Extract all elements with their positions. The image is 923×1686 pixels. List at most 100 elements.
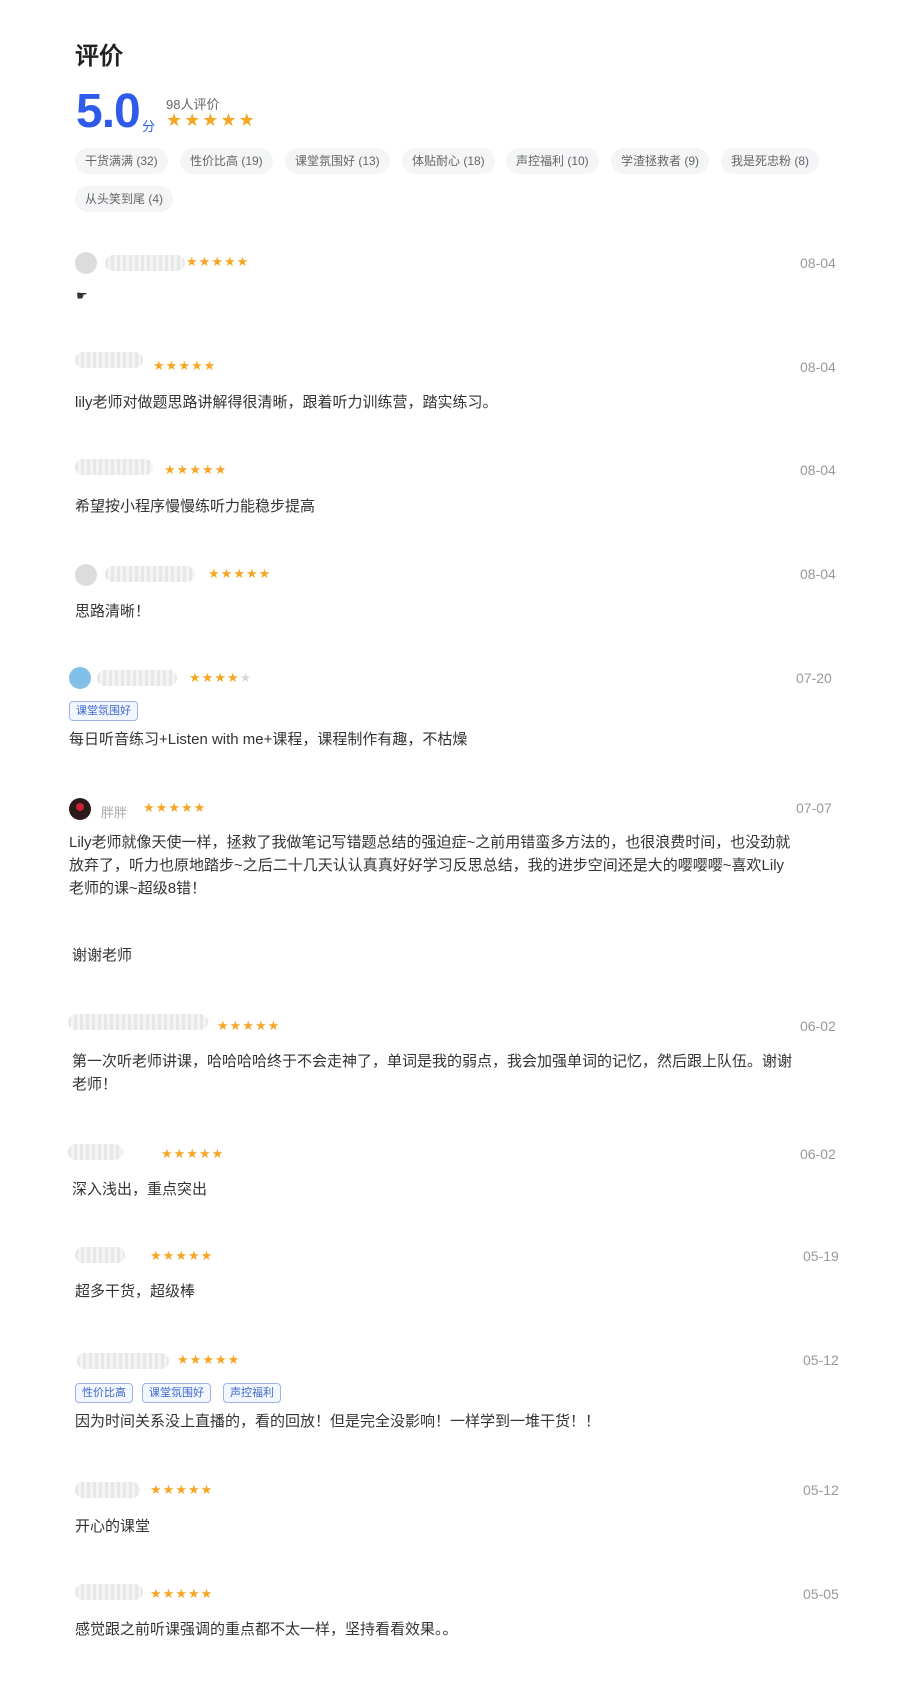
star-icon: ★ — [150, 1248, 163, 1263]
star-icon: ★ — [186, 1146, 199, 1161]
review-tag-pill: 性价比高 — [75, 1383, 133, 1403]
star-icon: ★ — [254, 1018, 268, 1033]
filter-tag[interactable]: 干货满满 (32) — [75, 148, 168, 174]
avatar — [75, 252, 97, 274]
star-icon: ★ — [229, 1018, 243, 1033]
review-text: 超多干货，超级棒 — [75, 1283, 196, 1300]
review-date: 05-12 — [803, 1352, 839, 1368]
star-icon: ★ — [168, 800, 181, 815]
star-icon: ★ — [239, 670, 253, 685]
review-text: 第一次听老师讲课，哈哈哈哈终于不会走神了，单词是我的弱点，我会加强单词的记忆，然… — [72, 1053, 793, 1093]
review-stars: ★★★★★ — [161, 1146, 224, 1162]
star-icon: ★ — [143, 800, 156, 815]
blurred-username — [75, 1247, 125, 1263]
filter-tag[interactable]: 声控福利 (10) — [506, 148, 599, 174]
star-icon: ★ — [211, 1146, 225, 1161]
review-text: lily老师对做题思路讲解得很清晰，跟着听力训练营，踏实练习。 — [75, 394, 498, 411]
star-icon: ★ — [150, 1482, 163, 1497]
star-icon: ★ — [173, 1146, 187, 1161]
star-icon: ★ — [162, 1482, 176, 1497]
review-stars: ★★★★★ — [177, 1352, 240, 1368]
review-stars: ★★★★★ — [143, 800, 206, 816]
filter-tag[interactable]: 我是死忠粉 (8) — [721, 148, 820, 174]
star-icon: ★ — [201, 670, 215, 685]
review-stars: ★★★★★ — [150, 1482, 213, 1498]
star-icon: ★ — [217, 1018, 230, 1033]
star-icon: ★ — [178, 358, 191, 373]
star-icon: ★ — [214, 670, 227, 685]
review-stars: ★★★★★ — [150, 1586, 213, 1602]
star-icon: ★ — [201, 462, 215, 477]
star-icon: ★ — [193, 800, 207, 815]
star-icon: ★ — [242, 1018, 255, 1033]
page-title: 评价 — [75, 43, 123, 70]
blurred-username — [105, 255, 185, 271]
review-date: 08-04 — [800, 359, 836, 375]
average-stars: ★ ★ ★ ★ ★ — [166, 110, 255, 131]
filter-tag[interactable]: 体贴耐心 (18) — [402, 148, 495, 174]
review-stars: ★★★★★ — [150, 1248, 213, 1264]
blurred-username — [68, 1014, 208, 1030]
blurred-username — [75, 459, 153, 475]
review-date: 07-20 — [796, 670, 832, 686]
star-icon: ★ — [214, 462, 228, 477]
review-text: Lily老师就像天使一样，拯救了我做笔记写错题总结的强迫症~之前用错蛮多方法的，… — [69, 834, 791, 897]
blurred-username — [68, 1144, 123, 1160]
blurred-username — [105, 566, 195, 582]
review-tag-pill: 课堂氛围好 — [69, 701, 138, 721]
star-icon: ★ — [220, 110, 237, 130]
review-date: 05-19 — [803, 1248, 839, 1264]
star-icon: ★ — [190, 358, 204, 373]
review-date: 06-02 — [800, 1146, 836, 1162]
username: 胖胖 — [101, 805, 128, 820]
star-icon: ★ — [189, 1352, 203, 1367]
review-date: 07-07 — [796, 800, 832, 816]
star-icon: ★ — [223, 254, 237, 269]
review-text: 感觉跟之前听课强调的重点都不太一样，坚持看看效果。。 — [75, 1621, 458, 1638]
review-stars: ★★★★★ — [208, 566, 271, 582]
star-icon: ★ — [202, 110, 219, 130]
star-icon: ★ — [187, 1586, 201, 1601]
star-icon: ★ — [155, 800, 169, 815]
review-text: 每日听音练习+Listen with me+课程，课程制作有趣，不枯燥 — [69, 731, 468, 748]
star-icon: ★ — [200, 1248, 214, 1263]
filter-tag[interactable]: 课堂氛围好 (13) — [285, 148, 390, 174]
star-icon: ★ — [198, 1146, 212, 1161]
star-icon: ★ — [165, 358, 179, 373]
blurred-username — [75, 352, 143, 368]
review-text: 希望按小程序慢慢练听力能稳步提高 — [75, 498, 316, 515]
filter-tag[interactable]: 学渣拯救者 (9) — [611, 148, 710, 174]
star-icon: ★ — [226, 670, 240, 685]
star-icon: ★ — [258, 566, 272, 581]
review-stars: ★★★★★ — [189, 670, 252, 686]
star-icon: ★ — [236, 254, 250, 269]
star-icon: ★ — [200, 1586, 214, 1601]
star-icon: ★ — [198, 254, 212, 269]
star-icon: ★ — [175, 1586, 188, 1601]
star-icon: ★ — [166, 110, 183, 130]
star-icon: ★ — [220, 566, 234, 581]
filter-tag[interactable]: 性价比高 (19) — [180, 148, 273, 174]
star-icon: ★ — [202, 1352, 215, 1367]
review-date: 08-04 — [800, 462, 836, 478]
average-score: 5.0 — [76, 85, 141, 138]
star-icon: ★ — [180, 800, 194, 815]
star-icon: ★ — [189, 462, 202, 477]
star-icon: ★ — [150, 1586, 163, 1601]
star-icon: ★ — [267, 1018, 281, 1033]
star-icon: ★ — [214, 1352, 228, 1367]
star-icon: ★ — [211, 254, 224, 269]
blurred-username — [75, 1482, 140, 1498]
star-icon: ★ — [233, 566, 246, 581]
review-tag-pill: 课堂氛围好 — [142, 1383, 211, 1403]
review-text: 因为时间关系没上直播的，看的回放！但是完全没影响！一样学到一堆干货！！ — [75, 1413, 601, 1430]
star-icon: ★ — [184, 110, 201, 130]
filter-tag[interactable]: 从头笑到尾 (4) — [75, 186, 174, 212]
star-icon: ★ — [208, 566, 221, 581]
star-icon: ★ — [161, 1146, 174, 1161]
star-icon: ★ — [175, 1248, 188, 1263]
star-icon: ★ — [203, 358, 217, 373]
star-icon: ★ — [186, 254, 199, 269]
star-icon: ★ — [200, 1482, 214, 1497]
star-icon: ★ — [238, 110, 255, 130]
